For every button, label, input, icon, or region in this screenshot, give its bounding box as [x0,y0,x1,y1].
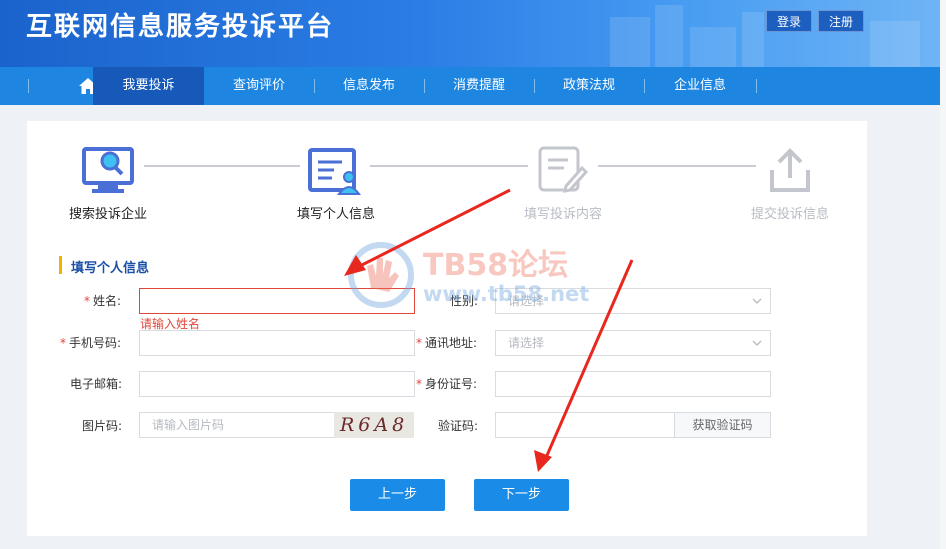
nav-reminder[interactable]: 消费提醒 [424,67,534,105]
captcha-placeholder: 请输入图片码 [152,418,225,432]
email-label: 电子邮箱: [70,377,123,391]
name-label: * 姓名: [84,292,121,309]
address-label: * 通讯地址: [416,334,477,351]
step-connector [598,165,756,167]
address-select[interactable]: 请选择 [495,330,771,356]
nav-query[interactable]: 查询评价 [204,67,314,105]
captcha-input[interactable]: 请输入图片码 [139,412,335,438]
name-input[interactable] [139,288,415,314]
address-label-text: 通讯地址: [425,336,478,350]
required-mark: * [60,336,66,350]
required-mark: * [416,377,422,391]
register-button[interactable]: 注册 [818,10,865,32]
phone-label-text: 手机号码: [69,336,122,350]
id-label: * 身份证号: [416,375,477,392]
login-button[interactable]: 登录 [766,10,813,32]
captcha-label: 图片码: [82,419,123,433]
section-title: 填写个人信息 [71,261,150,276]
step-label: 填写投诉内容 [524,207,603,222]
gender-placeholder: 请选择 [508,294,545,308]
step-label: 搜索投诉企业 [69,207,148,222]
site-title: 互联网信息服务投诉平台 [26,12,335,42]
id-label-text: 身份证号: [425,377,478,391]
phone-input[interactable] [139,330,415,356]
main-nav: 我要投诉 查询评价 信息发布 消费提醒 政策法规 企业信息 [0,67,940,105]
nav-publish[interactable]: 信息发布 [314,67,424,105]
header-banner: 互联网信息服务投诉平台 登录 注册 [0,0,940,67]
sms-code-label: 验证码: [438,419,479,433]
email-input[interactable] [139,371,415,397]
get-code-button[interactable]: 获取验证码 [674,412,771,438]
section-accent-bar [59,256,62,274]
address-placeholder: 请选择 [508,336,545,350]
id-number-input[interactable] [495,371,771,397]
chevron-down-icon [752,298,762,304]
prev-step-button[interactable]: 上一步 [350,479,445,511]
upload-icon [770,148,810,192]
edit-document-icon [538,146,588,193]
sms-code-input[interactable] [495,412,675,438]
nav-home[interactable] [28,67,97,105]
required-mark: * [84,294,90,308]
captcha-image[interactable]: R6A8 [334,412,414,438]
step-connector [370,165,528,167]
monitor-search-icon [82,147,134,193]
chevron-down-icon [752,340,762,346]
nav-complain[interactable]: 我要投诉 [93,67,204,105]
gender-label: 性别: [450,294,479,308]
required-mark: * [416,336,422,350]
next-step-button[interactable]: 下一步 [474,479,569,511]
name-label-text: 姓名: [93,294,122,308]
nav-enterprise[interactable]: 企业信息 [644,67,756,105]
user-form-icon [308,148,361,195]
step-connector [144,165,300,167]
nav-policy[interactable]: 政策法规 [534,67,644,105]
page-edge [940,0,946,549]
phone-label: * 手机号码: [60,334,121,351]
step-label: 填写个人信息 [297,207,376,222]
step-label: 提交投诉信息 [751,207,830,222]
gender-select[interactable]: 请选择 [495,288,771,314]
